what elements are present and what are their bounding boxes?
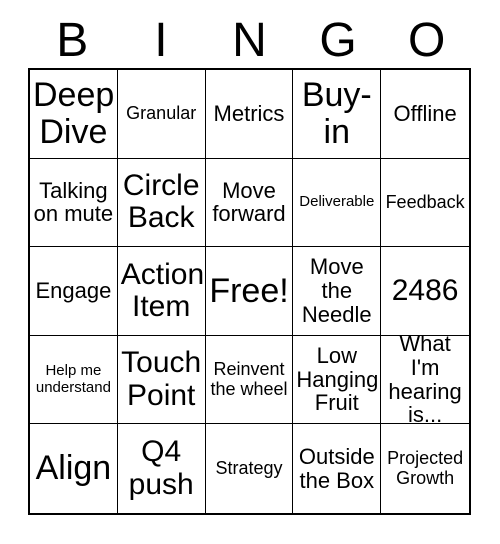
header-letter-i: I (154, 14, 168, 67)
bingo-cell-label: Projected Growth (387, 448, 464, 488)
bingo-cell-label: Outside the Box (298, 443, 375, 493)
bingo-cell[interactable]: Metrics (205, 70, 294, 159)
bingo-cell[interactable]: Deliverable (293, 158, 382, 248)
bingo-cell-label: Circle Back (122, 169, 200, 235)
bingo-cell-label: Buy-in (301, 76, 372, 151)
bingo-cell-label: Strategy (215, 457, 283, 478)
bingo-cell[interactable]: Reinvent the wheel (205, 335, 294, 425)
bingo-card: B I N G O Deep Dive Granular Metrics Buy… (0, 0, 500, 544)
bingo-cell[interactable]: Action Item (117, 247, 206, 336)
bingo-cell[interactable]: Granular (117, 70, 206, 159)
bingo-cell-label: Offline (393, 100, 457, 126)
bingo-cell-label: Granular (126, 103, 197, 124)
bingo-cell-label: Metrics (213, 100, 285, 126)
bingo-cell[interactable]: Q4 push (117, 424, 206, 513)
header-letter-n: N (232, 14, 267, 67)
bingo-cell[interactable]: Help me understand (30, 335, 118, 425)
bingo-cell[interactable]: Talking on mute (30, 158, 118, 248)
bingo-cell[interactable]: Move forward (205, 158, 294, 248)
bingo-cell-label: Low Hanging Fruit (296, 342, 379, 416)
bingo-cell-label: Talking on mute (33, 177, 114, 227)
bingo-cell[interactable]: Move the Needle (293, 247, 382, 336)
bingo-cell[interactable]: 2486 (381, 247, 469, 336)
bingo-cell-label: Action Item (120, 257, 205, 323)
bingo-cell[interactable]: Buy-in (293, 70, 382, 159)
bingo-cell[interactable]: Projected Growth (381, 424, 469, 513)
bingo-cell-label: Feedback (385, 191, 465, 212)
bingo-cell-label: Q4 push (128, 435, 194, 501)
bingo-grid: Deep Dive Granular Metrics Buy-in Offlin… (28, 68, 471, 515)
bingo-cell-label: Deliverable (299, 193, 375, 211)
bingo-cell[interactable]: Offline (381, 70, 469, 159)
header-letter-g: G (319, 14, 357, 67)
bingo-cell[interactable]: Touch Point (117, 335, 206, 425)
bingo-cell-label: Reinvent the wheel (210, 359, 288, 399)
bingo-cell-label: Help me understand (35, 362, 111, 396)
bingo-cell-label: Deep Dive (33, 76, 115, 151)
bingo-header: B I N G O (28, 14, 471, 68)
bingo-cell[interactable]: Outside the Box (293, 424, 382, 513)
bingo-cell[interactable]: Align (30, 424, 118, 513)
bingo-cell-label: Move the Needle (301, 254, 372, 327)
header-letter-b: B (56, 14, 89, 67)
bingo-cell-label: Move forward (212, 177, 286, 227)
bingo-cell-label: What I'm hearing is... (388, 335, 462, 425)
bingo-cell-free[interactable]: Free! (205, 247, 294, 336)
bingo-cell-label: Free! (209, 271, 289, 310)
header-letter-o: O (408, 14, 446, 67)
bingo-cell[interactable]: Feedback (381, 158, 469, 248)
bingo-cell-label: Engage (35, 278, 112, 304)
bingo-cell[interactable]: What I'm hearing is... (381, 335, 469, 425)
bingo-cell[interactable]: Circle Back (117, 158, 206, 248)
bingo-cell-label: Align (35, 449, 112, 488)
bingo-cell[interactable]: Low Hanging Fruit (293, 335, 382, 425)
bingo-cell[interactable]: Strategy (205, 424, 294, 513)
bingo-cell[interactable]: Deep Dive (30, 70, 118, 159)
bingo-cell-label: Touch Point (121, 346, 202, 412)
bingo-cell[interactable]: Engage (30, 247, 118, 336)
bingo-cell-label: 2486 (391, 273, 459, 307)
